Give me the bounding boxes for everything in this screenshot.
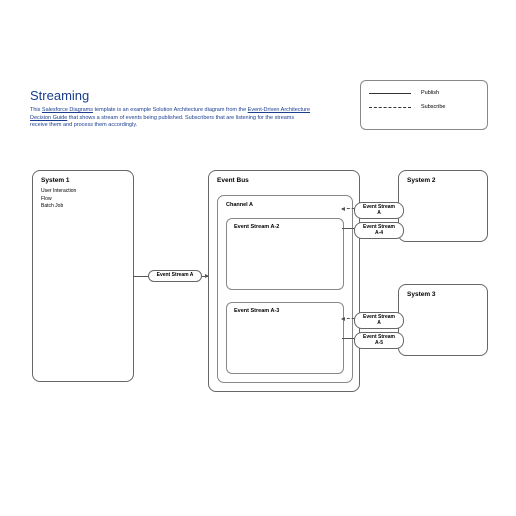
- diagram-canvas: Streaming This Salesforce Diagrams templ…: [0, 0, 516, 516]
- system-1-title: System 1: [33, 171, 133, 186]
- channel-a-box: Channel A Event Stream A-2 Event Stream …: [217, 195, 353, 383]
- system-3-title: System 3: [399, 285, 487, 300]
- diagram-description: This Salesforce Diagrams template is an …: [30, 107, 310, 130]
- legend-dashed-line-icon: [369, 107, 411, 108]
- event-stream-a2-box: Event Stream A-2: [226, 218, 344, 290]
- event-stream-a3-box: Event Stream A-3: [226, 302, 344, 374]
- channel-a-title: Channel A: [218, 196, 352, 210]
- desc-text-pre: This: [30, 107, 42, 113]
- system-1-box: System 1 User Interaction Flow Batch Job: [32, 170, 134, 382]
- pill-event-stream-a4: Event Stream A-4: [354, 222, 404, 239]
- system-1-item: Flow: [41, 196, 125, 204]
- legend-solid-line-icon: [369, 93, 411, 94]
- pill-event-stream-a5: Event Stream A-5: [354, 332, 404, 349]
- event-stream-a3-title: Event Stream A-3: [227, 303, 343, 319]
- pill-event-stream-a-sub2: Event Stream A: [354, 312, 404, 329]
- desc-text-post: that shows a stream of events being publ…: [30, 115, 294, 129]
- system-1-item: User Interaction: [41, 188, 125, 196]
- desc-text-mid: template is an example Solution Architec…: [93, 107, 248, 113]
- event-bus-box: Event Bus Channel A Event Stream A-2 Eve…: [208, 170, 360, 392]
- system-1-item: Batch Job: [41, 203, 125, 211]
- system-3-box: System 3: [398, 284, 488, 356]
- system-2-box: System 2: [398, 170, 488, 242]
- system-1-items: User Interaction Flow Batch Job: [33, 186, 133, 213]
- legend-subscribe-row: Subscribe: [369, 100, 479, 114]
- legend-box: Publish Subscribe: [360, 80, 488, 130]
- pill-event-stream-a: Event Stream A: [148, 270, 202, 282]
- event-bus-title: Event Bus: [209, 171, 359, 186]
- system-2-title: System 2: [399, 171, 487, 186]
- legend-publish-row: Publish: [369, 86, 479, 100]
- salesforce-diagrams-link[interactable]: Salesforce Diagrams: [42, 107, 93, 113]
- legend-publish-label: Publish: [421, 90, 439, 96]
- legend-subscribe-label: Subscribe: [421, 104, 445, 110]
- pill-event-stream-a-sub1: Event Stream A: [354, 202, 404, 219]
- event-stream-a2-title: Event Stream A-2: [227, 219, 343, 235]
